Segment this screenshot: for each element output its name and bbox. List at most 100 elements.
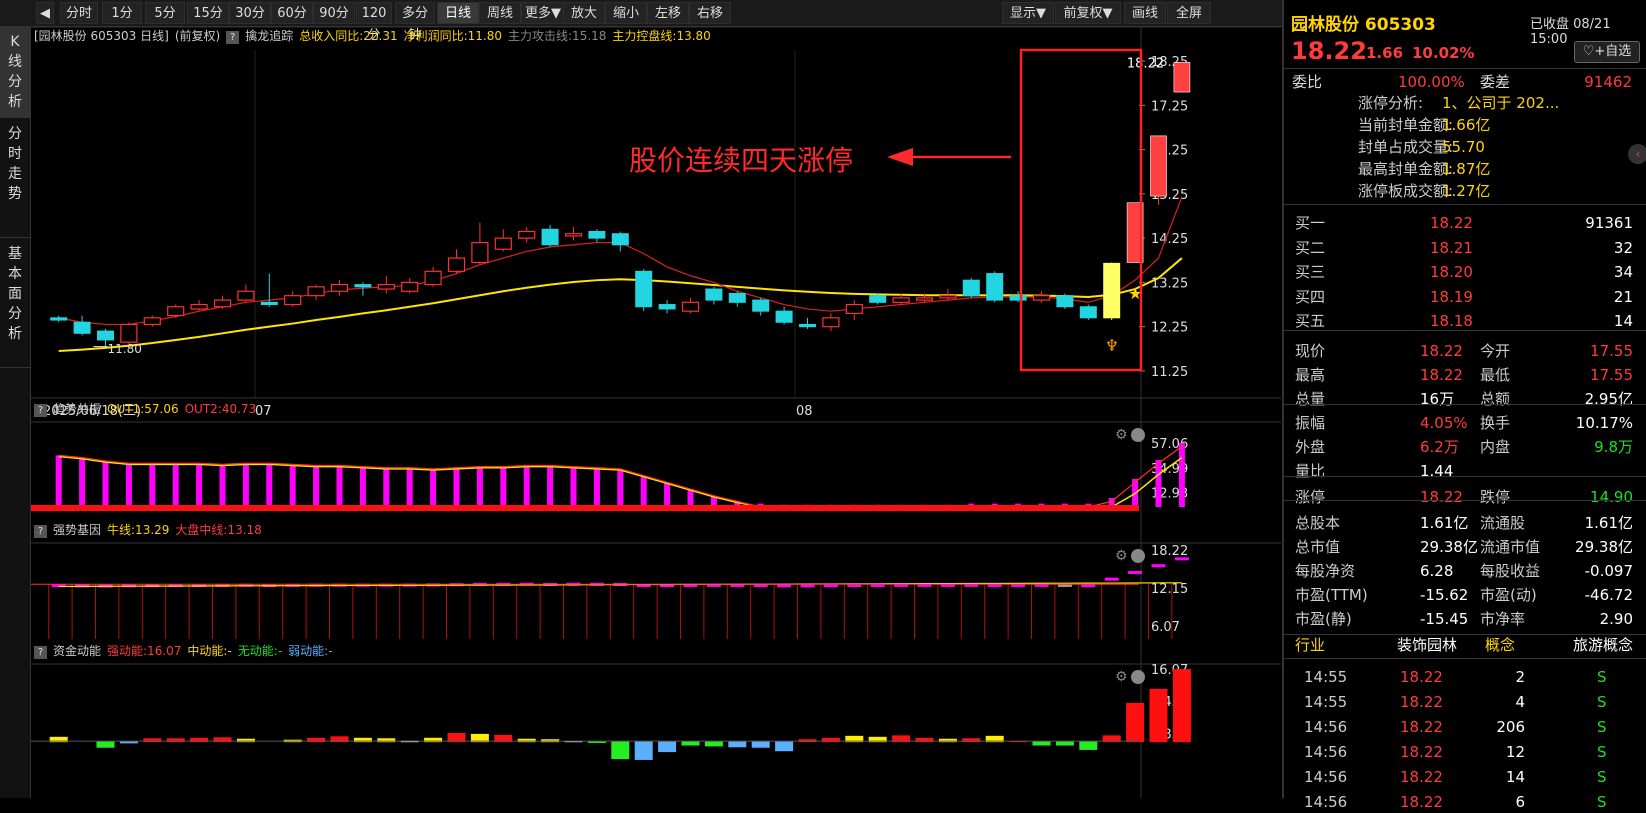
toolbar-1min-button[interactable]: 1分 <box>102 2 142 24</box>
quote-label: 市盈(TTM) <box>1295 586 1368 604</box>
order-diff-value: 91462 <box>1584 73 1632 91</box>
candle-body <box>681 301 700 312</box>
toolbar-display-button[interactable]: 显示▼ <box>1002 2 1054 24</box>
limit-info-value: 55.70 <box>1442 138 1485 156</box>
bid-label: 买五 <box>1295 312 1326 330</box>
bid-label: 买二 <box>1295 238 1326 257</box>
quote-label: 总股本 <box>1295 514 1341 532</box>
tick-volume: 206 <box>1496 718 1525 736</box>
revenue-yoy: 总收入同比:22.31 <box>299 29 398 43</box>
quote-value: 29.38亿 <box>1420 538 1478 556</box>
candle-body <box>752 299 770 312</box>
candle-body <box>541 228 559 246</box>
help-icon[interactable]: ? <box>34 646 47 659</box>
candle-body <box>471 241 489 264</box>
quote-value: 1.61亿 <box>1420 514 1469 532</box>
tick-volume: 4 <box>1515 693 1525 711</box>
p2-bar <box>242 463 249 507</box>
bid-price: 18.20 <box>1430 263 1473 281</box>
tick-volume: 6 <box>1515 793 1525 811</box>
quote-value: 6.28 <box>1420 562 1454 580</box>
toolbar-more-button[interactable]: 更多▼ <box>521 2 565 24</box>
limit-info-value: 1、公司于 202... <box>1442 94 1560 112</box>
toolbar-90min-button[interactable]: 90分 <box>313 2 355 24</box>
toolbar-60min-button[interactable]: 60分 <box>271 2 313 24</box>
candle-body <box>658 304 676 310</box>
tick-time: 14:56 <box>1304 768 1348 786</box>
market-mid-value: 大盘中线:13.18 <box>175 523 262 537</box>
divider <box>1282 204 1646 205</box>
tab-kline[interactable]: K线分析 <box>0 26 30 118</box>
toolbar-5min-button[interactable]: 5分 <box>145 2 185 24</box>
quote-value: 18.22 <box>1420 488 1463 506</box>
p2-bar <box>570 466 577 507</box>
p2-bar <box>664 482 671 507</box>
toolbar-m-time-button[interactable]: 分时 <box>60 2 98 24</box>
p2-bar <box>406 467 413 507</box>
bid-label: 买一 <box>1295 214 1326 232</box>
toolbar-weekly-button[interactable]: 周线 <box>479 2 521 24</box>
divider <box>1282 500 1646 501</box>
help-icon[interactable]: ? <box>34 525 47 538</box>
close-icon <box>1131 549 1145 563</box>
p3-y-tick-label: 6.07 <box>1151 620 1180 635</box>
quote-label: 今开 <box>1480 342 1511 360</box>
quote-value: 1.61亿 <box>1584 514 1633 532</box>
toolbar-zoom-out-button[interactable]: 缩小 <box>605 2 647 24</box>
p2-bar <box>196 463 203 507</box>
tab-timeshare[interactable]: 分时走势 <box>0 118 30 238</box>
expand-icon[interactable]: ‹ <box>1628 144 1646 164</box>
limit-info-value: 1.27亿 <box>1442 182 1491 200</box>
p2-bar <box>500 466 507 507</box>
toolbar-move-right-button[interactable]: 右移 <box>689 2 731 24</box>
bid-price: 18.22 <box>1430 214 1473 232</box>
candle-body <box>728 292 746 303</box>
add-watchlist-button[interactable]: ♡+自选 <box>1574 41 1640 63</box>
tab-fundamental[interactable]: 基本面分析 <box>0 238 30 368</box>
p3-marker <box>800 584 815 588</box>
quote-label: 市盈(动) <box>1480 586 1537 604</box>
toolbar-move-left-button[interactable]: 左移 <box>647 2 689 24</box>
toolbar-15min-button[interactable]: 15分 <box>187 2 229 24</box>
p2-bar <box>55 455 62 507</box>
main-panel-title: [园林股份 605303 日线] (前复权)? 擒龙追踪 总收入同比:22.31 净利润… <box>34 26 717 46</box>
industry-label: 行业 <box>1295 636 1326 654</box>
help-icon[interactable]: ? <box>226 31 240 44</box>
close-icon <box>1131 428 1145 442</box>
candle-body <box>190 303 208 310</box>
order-ratio-row: 委比 100.00% 委差 91462 <box>1292 70 1632 94</box>
toolbar-30min-button[interactable]: 30分 <box>229 2 271 24</box>
toolbar-multi-min-button[interactable]: 多分钟 <box>395 2 435 43</box>
toolbar-zoom-in-button[interactable]: 放大 <box>563 2 605 24</box>
panel3-title: ? 强势基因 牛线:13.29 大盘中线:13.18 <box>34 520 268 540</box>
panel2-name: 趋势共振 <box>53 402 102 416</box>
tick-side: S <box>1597 668 1607 686</box>
annotation-text: 股价连续四天涨停 <box>629 144 853 177</box>
p2-bar <box>640 475 647 507</box>
p2-bar <box>313 465 320 507</box>
toolbar-adjust-button[interactable]: 前复权▼ <box>1055 2 1121 24</box>
quote-value: 2.95亿 <box>1584 390 1633 408</box>
side-tabs: K线分析分时走势基本面分析 <box>0 26 31 798</box>
candle-body <box>939 295 957 299</box>
candle-body <box>962 279 980 297</box>
quote-label: 最高 <box>1295 366 1326 384</box>
toolbar-fullscreen-button[interactable]: 全屏 <box>1167 2 1211 24</box>
p3-marker <box>1174 557 1189 561</box>
bid-volume: 91361 <box>1585 214 1633 232</box>
quote-value: -15.45 <box>1420 610 1469 628</box>
profit-yoy: 净利润同比:11.80 <box>403 29 503 43</box>
tick-side: S <box>1597 693 1607 711</box>
help-icon[interactable]: ? <box>34 404 47 417</box>
quote-value: 6.2万 <box>1420 438 1459 456</box>
candle-body <box>775 310 793 323</box>
tick-volume: 2 <box>1515 668 1525 686</box>
limit-info-label: 涨停分析: <box>1358 94 1424 112</box>
toolbar-draw-button[interactable]: 画线 <box>1124 2 1166 24</box>
quote-label: 每股净资 <box>1295 562 1356 580</box>
toolbar-daily-button[interactable]: 日线 <box>437 2 479 24</box>
tick-time: 14:55 <box>1304 693 1348 711</box>
collapse-left-icon[interactable]: ◀ <box>36 2 54 24</box>
toolbar-120min-button[interactable]: 120分 <box>356 2 392 43</box>
candle-body <box>1150 135 1167 197</box>
